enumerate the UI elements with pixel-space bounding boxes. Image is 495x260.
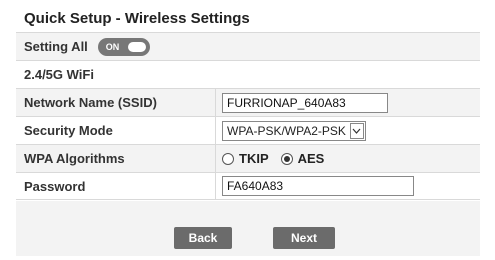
section-header: 2.4/5G WiFi <box>24 67 94 82</box>
setting-all-label: Setting All ON <box>24 33 150 60</box>
ssid-input[interactable] <box>222 92 388 113</box>
aes-radio[interactable]: AES <box>280 151 325 166</box>
setting-all-text: Setting All <box>24 39 88 54</box>
section-header-row: 2.4/5G WiFi <box>16 60 480 88</box>
wireless-settings-panel: Quick Setup - Wireless Settings Setting … <box>16 6 480 256</box>
page-title: Quick Setup - Wireless Settings <box>16 6 480 32</box>
security-mode-value-cell: WPA-PSK/WPA2-PSK <box>222 117 366 144</box>
toggle-knob <box>127 41 146 52</box>
setting-all-row: Setting All ON <box>16 32 480 60</box>
password-input[interactable] <box>222 176 414 196</box>
wpa-algorithms-row: WPA Algorithms TKIP AES <box>16 144 480 172</box>
security-mode-selected: WPA-PSK/WPA2-PSK <box>227 123 346 138</box>
password-row: Password <box>16 172 480 200</box>
button-bar <box>16 201 480 256</box>
wpa-algorithms-value-cell: TKIP AES <box>222 145 336 172</box>
back-button[interactable]: Back <box>174 227 232 249</box>
security-mode-row: Security Mode WPA-PSK/WPA2-PSK <box>16 116 480 144</box>
column-divider <box>215 117 216 144</box>
chevron-down-icon <box>349 122 364 139</box>
security-mode-select[interactable]: WPA-PSK/WPA2-PSK <box>222 120 366 141</box>
radio-circle-icon <box>222 152 234 165</box>
ssid-row: Network Name (SSID) <box>16 88 480 116</box>
password-value-cell <box>222 173 414 199</box>
setting-all-toggle[interactable]: ON <box>97 37 150 56</box>
tkip-label: TKIP <box>239 151 269 166</box>
password-label: Password <box>24 178 86 194</box>
column-divider <box>215 89 216 116</box>
tkip-radio[interactable]: TKIP <box>222 151 269 166</box>
ssid-label: Network Name (SSID) <box>24 95 157 110</box>
next-button[interactable]: Next <box>273 227 335 249</box>
wpa-algorithms-label: WPA Algorithms <box>24 151 125 166</box>
column-divider <box>215 145 216 172</box>
column-divider <box>215 173 216 199</box>
ssid-value-cell <box>222 89 388 116</box>
aes-label: AES <box>297 151 325 166</box>
security-mode-label: Security Mode <box>24 123 113 138</box>
wpa-algorithms-radio-group: TKIP AES <box>222 151 336 166</box>
toggle-state-text: ON <box>105 41 120 52</box>
radio-selected-icon <box>280 152 293 165</box>
